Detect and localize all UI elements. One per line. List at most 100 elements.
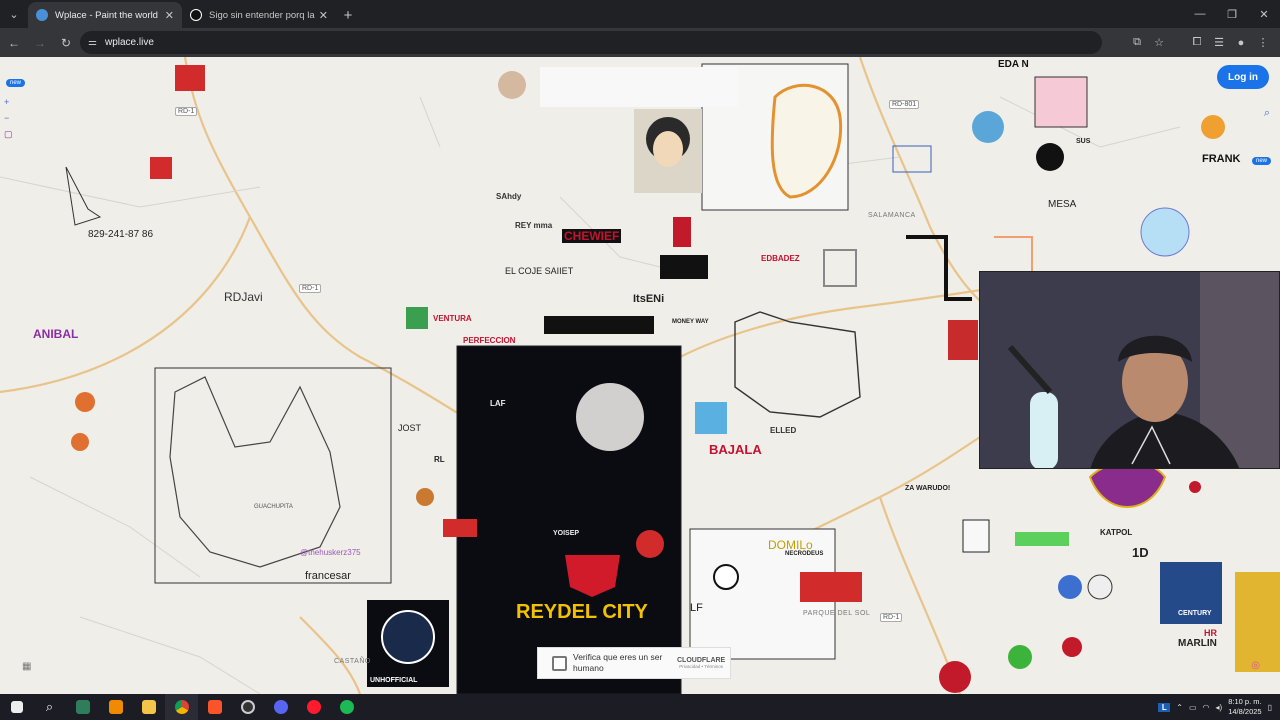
pixel-text: PERFECCION: [463, 336, 516, 345]
cast-icon[interactable]: ⧉: [1126, 33, 1148, 52]
cloudflare-captcha: Verifica que eres un ser humano CLOUDFLA…: [537, 647, 731, 679]
taskbar-app[interactable]: [66, 694, 99, 720]
streamer-video: [980, 272, 1279, 468]
pixel-text: 1D: [1132, 545, 1149, 560]
window-controls: — ❐ ✕: [1184, 0, 1280, 28]
avatar[interactable]: ●: [1230, 33, 1252, 52]
pixel-text: REYDEL CITY: [516, 601, 648, 623]
puzzle-icon[interactable]: ⧠: [1186, 33, 1208, 52]
close-icon[interactable]: ✕: [165, 9, 174, 22]
orange-bracket: [994, 236, 1033, 271]
windows-icon: [10, 701, 23, 713]
search-icon: ⌕: [45, 699, 54, 714]
restore-icon[interactable]: ❐: [1216, 0, 1248, 28]
pixel-text: MESA: [1048, 199, 1077, 210]
road-label: RD-1: [299, 284, 322, 293]
pixel-text: EL COJE SAIIET: [505, 266, 574, 276]
taskbar-app[interactable]: [198, 694, 231, 720]
pixel-text: JOST: [398, 423, 422, 433]
wifi-icon[interactable]: ◠: [1203, 703, 1210, 712]
pixel-text: EDA N: [998, 59, 1029, 70]
chrome-icon: [174, 700, 189, 714]
back-button[interactable]: ←: [2, 31, 26, 55]
address-bar[interactable]: ⚌ wplace.live: [80, 31, 1102, 54]
pixel-text: LAF: [490, 399, 506, 408]
pixel-text: GUACHUPITA: [254, 504, 293, 510]
tab-title: Sigo sin entender porq la gent: [209, 9, 315, 21]
clock[interactable]: 8:10 p. m. 14/8/2025: [1228, 697, 1261, 717]
zoom-in-icon[interactable]: +: [4, 97, 13, 107]
taskbar-app[interactable]: [297, 694, 330, 720]
obs-icon: [240, 700, 255, 714]
cloudflare-brand: CLOUDFLARE: [677, 657, 726, 664]
pixel-text: DOMILo: [768, 538, 813, 552]
taskbar-app[interactable]: [99, 694, 132, 720]
login-button[interactable]: Log in: [1217, 65, 1269, 89]
search-icon[interactable]: ⌕: [1264, 107, 1270, 120]
tab-tiktok[interactable]: Sigo sin entender porq la gent ✕: [182, 2, 336, 28]
taskbar-app[interactable]: [264, 694, 297, 720]
road-line: [183, 57, 481, 428]
new-badge: new: [6, 79, 26, 87]
windows-taskbar: ⌕ L ⌃ ▭ ◠ ◂) 8:10 p. m. 14/8/2025 ▯: [0, 694, 1280, 720]
chevron-down-icon: ⌄: [9, 8, 19, 21]
road-line: [299, 616, 362, 694]
zoom-out-icon[interactable]: −: [4, 113, 13, 123]
brave-icon: [207, 700, 222, 714]
taskbar-search[interactable]: ⌕: [33, 694, 66, 720]
taskbar-app[interactable]: [231, 694, 264, 720]
street-line: [419, 96, 441, 148]
location-icon[interactable]: ◎: [1251, 660, 1260, 671]
tab-strip: ⌄ Wplace - Paint the world ✕ Sigo sin en…: [0, 0, 1280, 28]
chat-icon[interactable]: ▢: [4, 129, 13, 140]
reload-icon: ↻: [60, 35, 72, 50]
start-button[interactable]: [0, 694, 33, 720]
tea-drawing: [65, 166, 102, 226]
star-icon[interactable]: ☆: [1148, 33, 1170, 52]
taskbar-app[interactable]: [132, 694, 165, 720]
layers-icon[interactable]: ▦: [22, 661, 31, 672]
pixel-text: @thehuskerz375: [300, 548, 361, 557]
reload-button[interactable]: ↻: [54, 31, 78, 55]
new-tab-button[interactable]: +: [336, 2, 360, 28]
pixel-text: MONEY WAY: [672, 319, 709, 325]
language-indicator[interactable]: L: [1158, 702, 1171, 712]
browser-toolbar: ← → ↻ ⚌ wplace.live ⧉ ☆ ⧠ ☰ ● ⋮: [0, 28, 1280, 57]
fox-sketch: [169, 376, 341, 568]
minimize-icon[interactable]: —: [1184, 0, 1216, 28]
pixel-text: LF: [690, 602, 703, 614]
taskbar-app[interactable]: [330, 694, 363, 720]
wplace-canvas[interactable]: RD-1 RD-801 RD-1 RD-1 SALAMANCA CASTAÑO …: [0, 57, 1280, 694]
street-line: [0, 176, 261, 208]
captcha-links[interactable]: Privacidad • Términos: [677, 664, 725, 669]
chevron-up-icon[interactable]: ⌃: [1176, 703, 1183, 712]
reading-list-icon[interactable]: ☰: [1208, 33, 1230, 52]
forward-button[interactable]: →: [28, 31, 52, 55]
system-tray: L ⌃ ▭ ◠ ◂) 8:10 p. m. 14/8/2025 ▯: [1158, 694, 1272, 720]
opera-icon: [306, 700, 321, 714]
pixel-text: MARLIN: [1178, 638, 1217, 649]
toolbar-actions: ⧠ ☰ ● ⋮: [1186, 33, 1274, 52]
pixel-text: EDBADEZ: [761, 254, 800, 263]
close-icon[interactable]: ✕: [1248, 0, 1280, 28]
spotify-icon: [339, 700, 354, 714]
tune-icon[interactable]: ⚌: [88, 37, 97, 48]
tab-search-button[interactable]: ⌄: [0, 0, 28, 28]
notification-icon[interactable]: ▯: [1268, 703, 1272, 712]
captcha-checkbox[interactable]: [552, 655, 567, 671]
screen: ⌄ Wplace - Paint the world ✕ Sigo sin en…: [0, 0, 1280, 720]
kebab-icon[interactable]: ⋮: [1252, 33, 1274, 52]
pixel-text: ANIBAL: [33, 327, 79, 341]
volume-icon[interactable]: ◂): [1216, 703, 1223, 712]
pixel-text: UNHOFFICIAL: [370, 677, 418, 684]
pixel-text: CHEWIEF: [562, 229, 622, 243]
town-label: PARQUE DEL SOL: [803, 610, 871, 617]
pixel-text: ZA WARUDO!: [905, 485, 951, 492]
network-icon[interactable]: ▭: [1189, 703, 1197, 712]
pixel-text: CENTURY: [1178, 610, 1212, 617]
taskbar-app[interactable]: [165, 694, 198, 720]
close-icon[interactable]: ✕: [319, 9, 328, 22]
pixel-text: RL: [434, 455, 445, 464]
tab-wplace[interactable]: Wplace - Paint the world ✕: [28, 2, 182, 28]
wplace-favicon-icon: [36, 9, 48, 21]
